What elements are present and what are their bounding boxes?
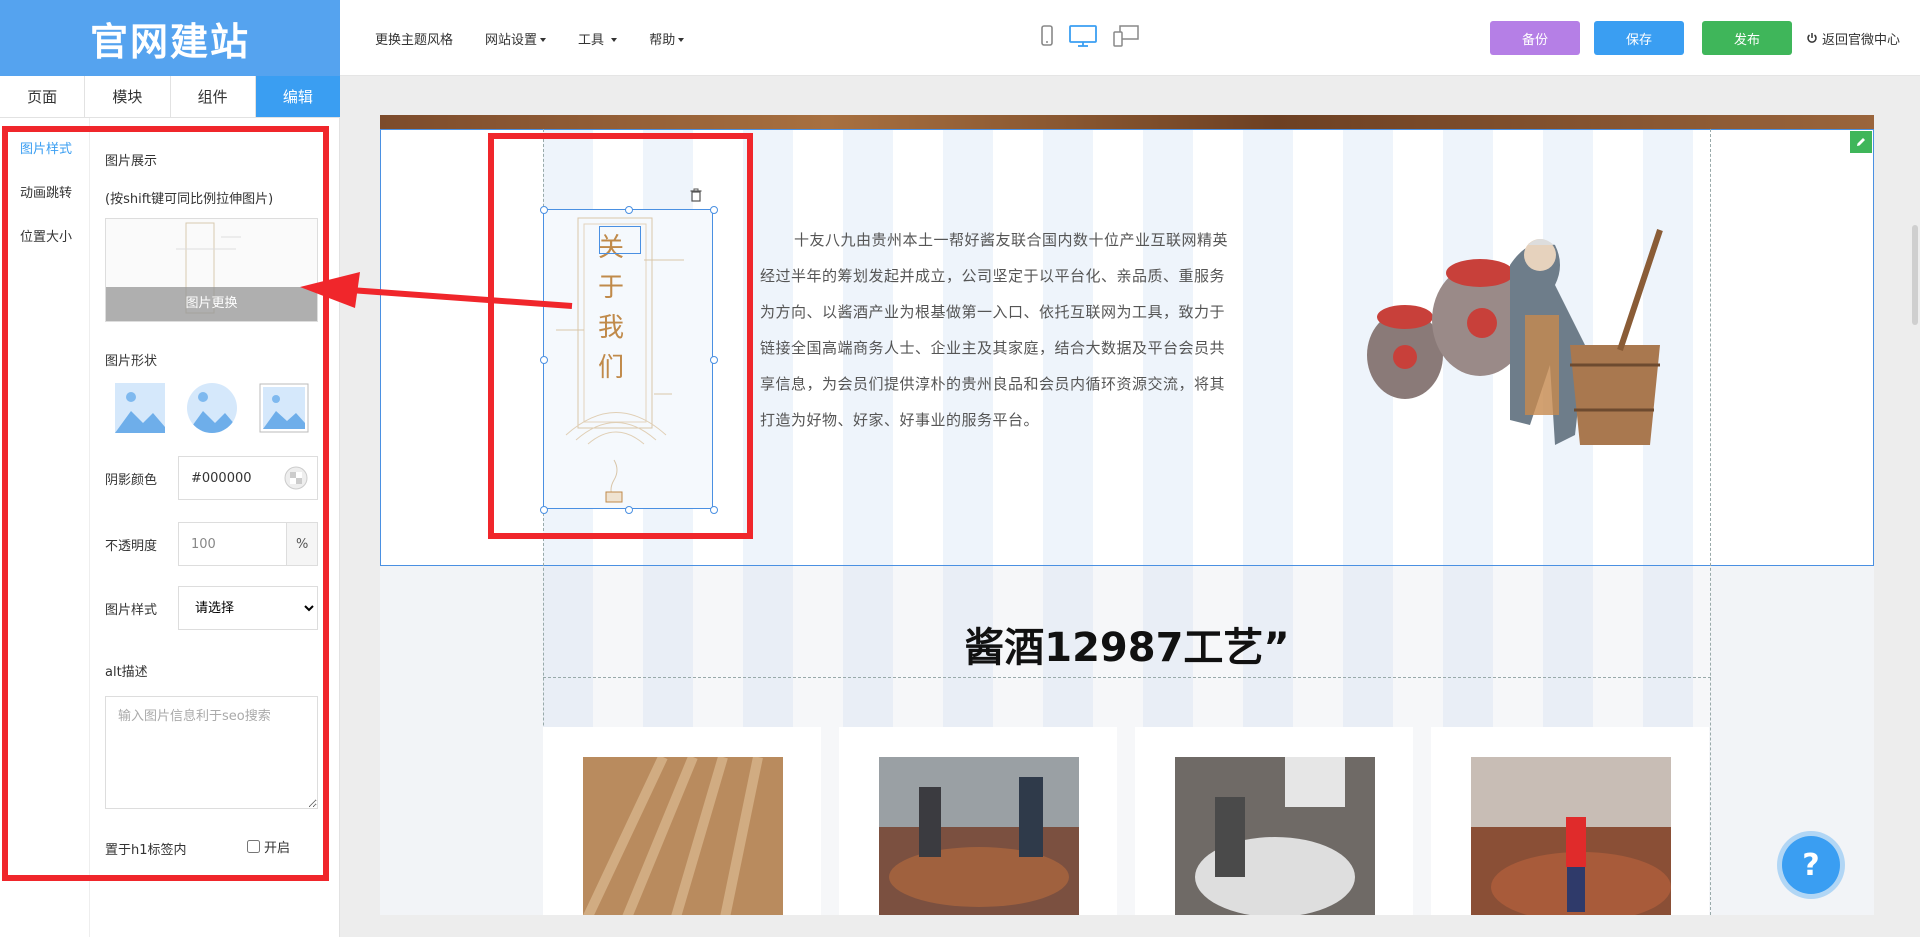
mobile-view-icon[interactable] (1040, 24, 1054, 48)
shift-hint: (按shift键可同比例拉伸图片) (105, 192, 274, 207)
return-label: 返回官微中心 (1821, 32, 1900, 48)
top-toolbar: 更换主题风格 网站设置 工具 帮助 备份 保存 发布 返回官微中心 (340, 0, 1920, 76)
chevron-down-icon (678, 38, 685, 42)
image-circle-icon (187, 383, 237, 433)
desktop-view-icon[interactable] (1068, 24, 1098, 48)
about-image-ornament (556, 217, 684, 503)
title-char: 于 (597, 273, 624, 303)
image-style-select[interactable]: 请选择 (179, 587, 317, 629)
resize-handle[interactable] (625, 506, 633, 514)
resize-handle[interactable] (540, 506, 548, 514)
shape-options (115, 383, 309, 433)
opacity-unit: % (286, 523, 317, 565)
alt-label: alt描述 (105, 665, 148, 680)
shadow-color-input[interactable] (179, 457, 281, 499)
page-scrollbar[interactable] (1912, 225, 1918, 325)
about-image-element[interactable]: 关 于 我 们 (540, 206, 718, 514)
opacity-input[interactable] (179, 523, 287, 565)
subnav-animation-link[interactable]: 动画跳转 (0, 172, 89, 216)
shadow-color-field[interactable] (178, 456, 318, 500)
craft-card[interactable] (839, 727, 1117, 915)
shape-circle-option[interactable] (187, 383, 237, 433)
chevron-down-icon (540, 38, 547, 42)
return-link[interactable]: 返回官微中心 (1806, 29, 1900, 48)
craft-photo-shoveling (1471, 757, 1671, 915)
multi-device-view-icon[interactable] (1112, 24, 1140, 48)
color-picker-icon[interactable] (281, 463, 311, 493)
resize-handle[interactable] (625, 206, 633, 214)
shape-square-option[interactable] (115, 383, 165, 433)
wood-banner (380, 115, 1874, 129)
panel-tabs: 页面 模块 组件 编辑 (0, 76, 340, 118)
h1-label: 置于h1标签内 (105, 843, 187, 858)
h1-checkbox[interactable] (247, 840, 260, 853)
edit-module-button[interactable] (1850, 131, 1872, 153)
craft-photo-grain (583, 757, 783, 915)
backup-button[interactable]: 备份 (1489, 21, 1580, 55)
about-text: 十友八九由贵州本土一帮好酱友联合国内数十位产业互联网精英经过半年的筹划发起并成立… (760, 231, 1229, 429)
menu-change-theme[interactable]: 更换主题风格 (375, 29, 453, 48)
chevron-down-icon (611, 38, 618, 42)
power-icon (1807, 33, 1817, 43)
craft-card[interactable] (1431, 727, 1709, 915)
image-square-icon (115, 383, 165, 433)
tab-page[interactable]: 页面 (0, 76, 86, 117)
inner-selection[interactable] (599, 226, 641, 254)
page-canvas: 关 于 我 们 十友八九由贵州本土一帮好酱友联合国内数十位产业互联网精英经过半年… (380, 115, 1874, 915)
menu-tools[interactable]: 工具 (578, 29, 618, 48)
craft-card[interactable] (1135, 727, 1413, 915)
image-display-label: 图片展示 (105, 154, 158, 169)
pencil-icon (1857, 138, 1865, 146)
shape-bordered-option[interactable] (259, 383, 309, 433)
alt-description-textarea[interactable] (105, 696, 318, 809)
title-char: 我 (597, 313, 624, 343)
subnav-image-style[interactable]: 图片样式 (0, 128, 89, 172)
craft-photo-workers (879, 757, 1079, 915)
opacity-label: 不透明度 (105, 539, 158, 554)
resize-handle[interactable] (540, 356, 548, 364)
menu-site-settings[interactable]: 网站设置 (485, 29, 547, 48)
image-style-field[interactable]: 请选择 (178, 586, 318, 630)
craft-photo-steam (1175, 757, 1375, 915)
help-button[interactable]: ? (1782, 836, 1840, 894)
tab-component[interactable]: 组件 (171, 76, 256, 117)
section-title: 酱酒12987工艺” (964, 625, 1290, 671)
image-shape-label: 图片形状 (105, 354, 158, 369)
subnav-position-size[interactable]: 位置大小 (0, 216, 89, 260)
replace-image-button[interactable]: 图片更换 (106, 287, 317, 321)
resize-handle[interactable] (540, 206, 548, 214)
section-title-divider (543, 677, 1711, 678)
h1-toggle-label: 开启 (264, 841, 291, 856)
h1-toggle[interactable]: 开启 (247, 837, 290, 856)
action-buttons: 备份 保存 发布 返回官微中心 (1489, 21, 1920, 55)
tab-module[interactable]: 模块 (85, 76, 171, 117)
craft-card[interactable] (543, 727, 821, 915)
top-menu: 更换主题风格 网站设置 工具 帮助 (375, 0, 685, 76)
app-logo: 官网建站 (0, 0, 340, 76)
trash-icon (690, 188, 702, 202)
resize-handle[interactable] (710, 506, 718, 514)
edit-panel: 图片样式 动画跳转 位置大小 图片展示 (按shift键可同比例拉伸图片) 图片… (0, 118, 340, 937)
edit-subnav: 图片样式 动画跳转 位置大小 (0, 118, 90, 937)
highlight-arrow (300, 272, 573, 309)
liquor-maker-illustration (1367, 229, 1663, 445)
resize-handle[interactable] (710, 356, 718, 364)
publish-button[interactable]: 发布 (1701, 21, 1792, 55)
image-preview: 图片更换 (105, 218, 318, 322)
opacity-field[interactable]: % (178, 522, 318, 566)
craft-cards (543, 727, 1711, 915)
tab-edit[interactable]: 编辑 (255, 76, 340, 117)
shadow-color-label: 阴影颜色 (105, 473, 158, 488)
device-switcher (1040, 24, 1140, 48)
image-bordered-icon (259, 383, 309, 433)
delete-element-button[interactable] (690, 188, 702, 206)
image-style-label: 图片样式 (105, 603, 158, 618)
save-button[interactable]: 保存 (1593, 21, 1684, 55)
menu-help[interactable]: 帮助 (649, 29, 685, 48)
resize-handle[interactable] (710, 206, 718, 214)
title-char: 们 (597, 353, 624, 383)
